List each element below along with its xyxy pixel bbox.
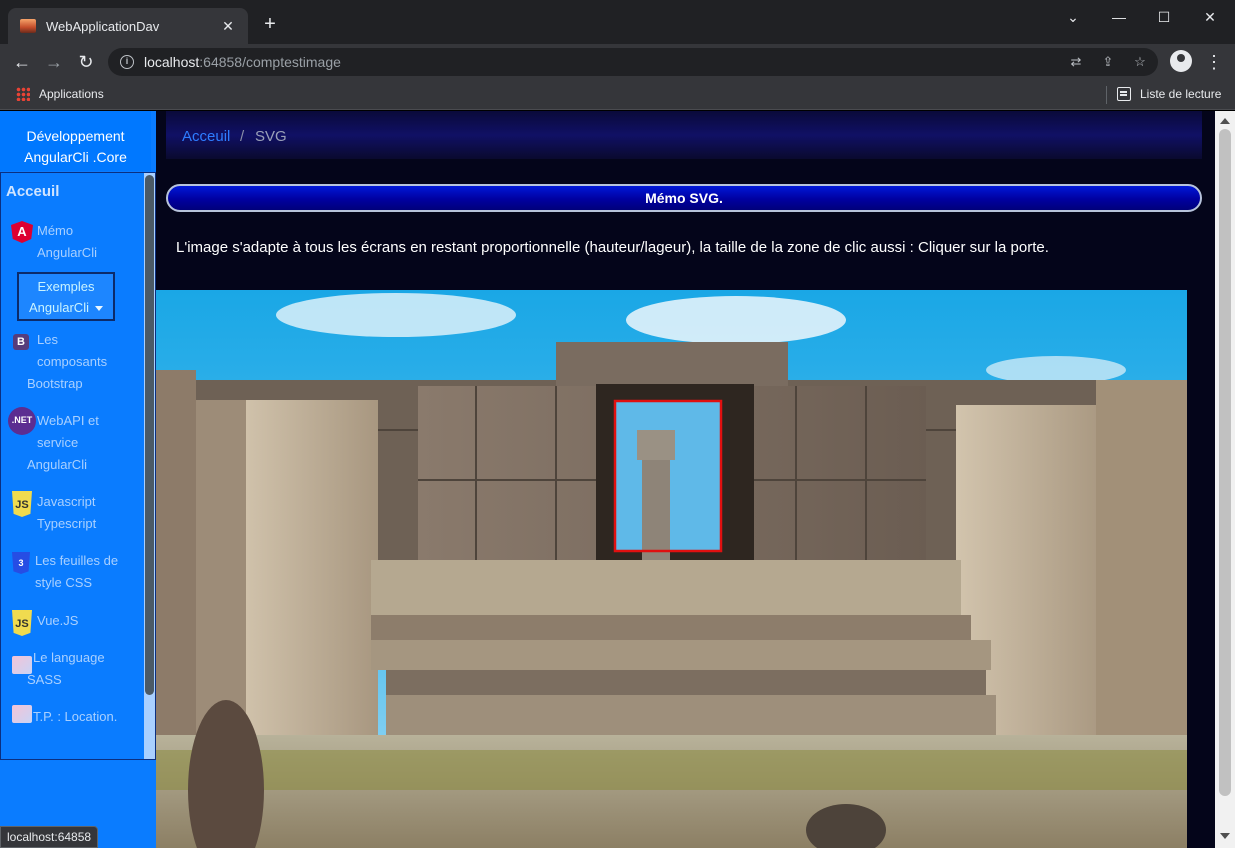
stair-4 xyxy=(386,670,986,695)
page-description: L'image s'adapte à tous les écrans en re… xyxy=(176,239,1049,256)
cloud xyxy=(276,293,516,337)
sidebar-item-bootstrap[interactable]: Les composants xyxy=(37,329,107,373)
forward-button[interactable]: → xyxy=(40,48,68,76)
temple-photo xyxy=(156,290,1187,848)
grass xyxy=(156,750,1187,790)
stair-1 xyxy=(371,560,961,615)
tab-search-icon[interactable]: ⌄ xyxy=(1058,6,1088,28)
breadcrumb-separator: / xyxy=(240,128,245,145)
sidebar-item-webapi-line3[interactable]: AngularCli xyxy=(27,454,87,476)
maximize-button[interactable]: ☐ xyxy=(1149,6,1179,28)
browser-toolbar: ← → ↻ i localhost:64858/comptestimage ⇄ … xyxy=(0,44,1235,80)
sidebar-brand[interactable]: Développement AngularCli .Core xyxy=(0,111,151,171)
caret-down-icon xyxy=(94,306,103,312)
share-icon[interactable]: ⇪ xyxy=(1098,52,1118,72)
statue-head xyxy=(637,430,675,460)
translate-icon[interactable]: ⇄ xyxy=(1066,52,1086,72)
browser-window: WebApplicationDav ✕ + ⌄ — ☐ ✕ ← → ↻ i lo… xyxy=(0,0,1235,848)
sidebar-menu: Acceuil A Mémo AngularCli Exemples Angul… xyxy=(0,172,156,760)
scroll-down-icon[interactable] xyxy=(1220,833,1230,839)
back-button[interactable]: ← xyxy=(8,48,36,76)
scroll-up-icon[interactable] xyxy=(1220,118,1230,124)
title-bar: WebApplicationDav ✕ + ⌄ — ☐ ✕ xyxy=(0,0,1235,44)
location-icon xyxy=(12,705,32,723)
minimize-button[interactable]: — xyxy=(1104,6,1134,28)
site-info-icon[interactable]: i xyxy=(120,55,134,69)
tab-favicon-icon xyxy=(20,19,36,33)
sidebar-item-bootstrap-line3[interactable]: Bootstrap xyxy=(27,373,83,395)
brand-line-1: Développement xyxy=(26,128,125,144)
browser-menu-icon[interactable]: ⋮ xyxy=(1204,48,1224,76)
sidebar-item-sass[interactable]: Le language xyxy=(33,647,105,669)
sidebar-item-vuejs[interactable]: Vue.JS xyxy=(37,610,78,632)
web-page: Développement AngularCli .Core Acceuil A… xyxy=(0,111,1235,848)
temple-illustration xyxy=(156,290,1187,848)
sidebar-item-tp-location[interactable]: T.P. : Location. xyxy=(33,706,117,728)
bookmark-star-icon[interactable]: ☆ xyxy=(1130,52,1150,72)
address-bar[interactable]: i localhost:64858/comptestimage ⇄ ⇪ ☆ xyxy=(108,48,1158,76)
css-icon: 3 xyxy=(12,552,30,574)
status-url: localhost:64858 xyxy=(0,826,99,848)
profile-avatar-icon[interactable] xyxy=(1170,50,1192,72)
main-content: Acceuil / SVG Mémo SVG. L'image s'adapte… xyxy=(152,111,1215,848)
reload-button[interactable]: ↻ xyxy=(72,48,100,76)
page-scrollbar[interactable] xyxy=(1215,111,1235,848)
stair-5 xyxy=(386,695,996,735)
brand-line-2: AngularCli .Core xyxy=(24,149,127,165)
exemples-angularcli-dropdown[interactable]: Exemples AngularCli xyxy=(17,272,115,321)
sidebar-item-memo-angularcli[interactable]: Mémo AngularCli xyxy=(37,220,97,264)
javascript-icon: JS xyxy=(12,491,32,517)
stair-2 xyxy=(371,615,971,640)
breadcrumb-home-link[interactable]: Acceuil xyxy=(182,128,230,145)
bookmark-applications[interactable]: Applications xyxy=(39,87,104,101)
memo-svg-banner: Mémo SVG. xyxy=(166,184,1202,212)
vuejs-icon: JS xyxy=(12,610,32,636)
stair-3 xyxy=(371,640,991,670)
dropdown-line-1: Exemples xyxy=(37,279,95,294)
dropdown-line-2: AngularCli xyxy=(29,300,89,315)
breadcrumb-current: SVG xyxy=(255,128,287,145)
page-scrollbar-thumb[interactable] xyxy=(1219,129,1231,796)
breadcrumb: Acceuil / SVG xyxy=(166,111,1202,159)
sidebar-item-css[interactable]: Les feuilles de xyxy=(35,550,118,572)
bookmarks-bar: Applications Liste de lecture xyxy=(0,80,1235,110)
tab-close-icon[interactable]: ✕ xyxy=(220,18,236,35)
sidebar-item-sass-line2[interactable]: SASS xyxy=(27,669,62,691)
cloud xyxy=(986,356,1126,384)
browser-tab[interactable]: WebApplicationDav ✕ xyxy=(8,8,248,44)
reading-list-label[interactable]: Liste de lecture xyxy=(1140,87,1221,101)
sidebar-item-css-line2[interactable]: style CSS xyxy=(35,572,92,594)
dotnet-icon: .NET xyxy=(8,407,36,435)
sidebar-heading[interactable]: Acceuil xyxy=(6,183,59,200)
sidebar: Développement AngularCli .Core Acceuil A… xyxy=(0,111,156,848)
tab-title: WebApplicationDav xyxy=(46,18,160,34)
apps-grid-icon[interactable] xyxy=(16,87,30,101)
bootstrap-icon: B xyxy=(13,334,29,350)
close-window-button[interactable]: ✕ xyxy=(1195,6,1225,28)
new-tab-button[interactable]: + xyxy=(258,12,282,36)
reading-list-icon[interactable] xyxy=(1117,87,1131,101)
address-url[interactable]: localhost:64858/comptestimage xyxy=(144,54,341,70)
angular-icon: A xyxy=(11,221,33,243)
bookmarks-divider xyxy=(1106,86,1107,104)
cloud xyxy=(626,296,846,344)
sidebar-item-javascript[interactable]: Javascript Typescript xyxy=(37,491,96,535)
sidebar-item-webapi[interactable]: WebAPI et service xyxy=(37,410,99,454)
